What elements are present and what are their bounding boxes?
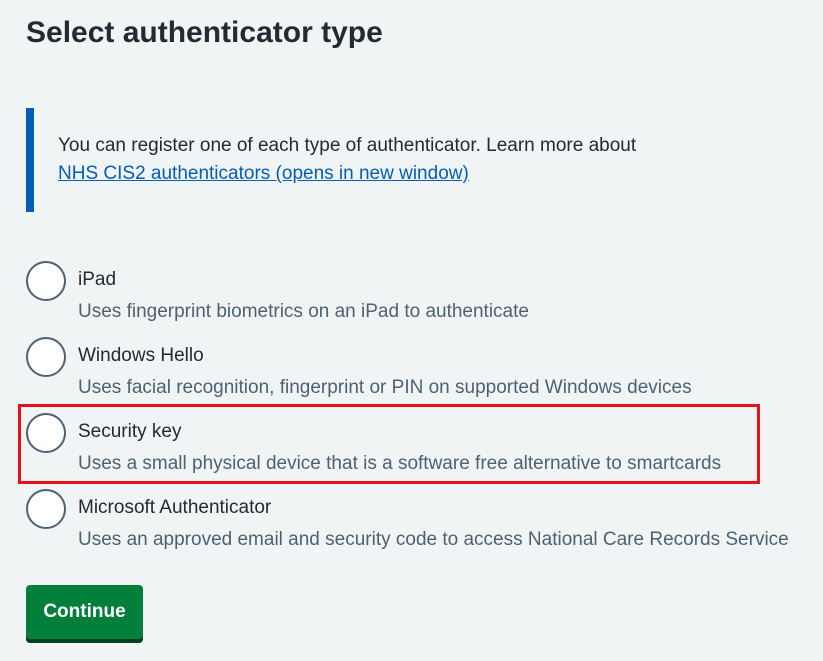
continue-button[interactable]: Continue [26,585,143,639]
radio-option-microsoft-authenticator[interactable]: Microsoft Authenticator Uses an approved… [26,489,816,565]
authenticator-radio-group: iPad Uses fingerprint biometrics on an i… [18,261,816,565]
radio-label-microsoft-authenticator[interactable]: Microsoft Authenticator [78,496,271,520]
inset-text: You can register one of each type of aut… [58,135,637,156]
radio-option-security-key[interactable]: Security key Uses a small physical devic… [26,413,816,489]
page-title: Select authenticator type [26,16,383,49]
authenticators-link[interactable]: NHS CIS2 authenticators (opens in new wi… [58,163,469,184]
radio-label-ipad[interactable]: iPad [78,268,116,292]
radio-button-windows-hello[interactable] [26,337,66,377]
radio-hint-ipad: Uses fingerprint biometrics on an iPad t… [78,301,529,322]
radio-hint-microsoft-authenticator: Uses an approved email and security code… [78,529,789,550]
radio-hint-windows-hello: Uses facial recognition, fingerprint or … [78,377,692,398]
radio-label-security-key[interactable]: Security key [78,420,181,444]
radio-label-windows-hello[interactable]: Windows Hello [78,344,204,368]
radio-button-microsoft-authenticator[interactable] [26,489,66,529]
radio-option-ipad[interactable]: iPad Uses fingerprint biometrics on an i… [26,261,816,337]
info-inset: You can register one of each type of aut… [26,108,726,212]
radio-button-ipad[interactable] [26,261,66,301]
radio-button-security-key[interactable] [26,413,66,453]
radio-hint-security-key: Uses a small physical device that is a s… [78,453,722,474]
radio-option-windows-hello[interactable]: Windows Hello Uses facial recognition, f… [26,337,816,413]
